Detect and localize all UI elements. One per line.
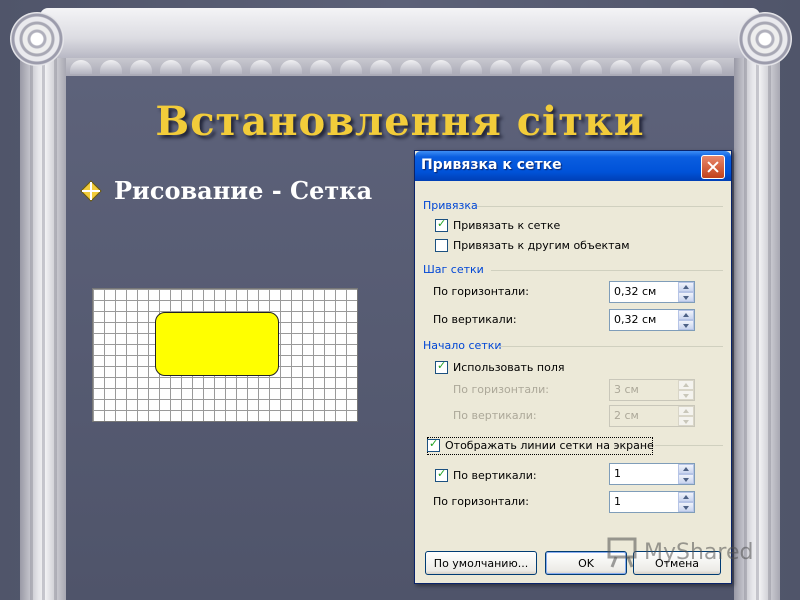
dentil bbox=[640, 60, 662, 74]
vertical-spacing-stepper[interactable]: 0,32 см bbox=[609, 309, 695, 331]
dentil bbox=[70, 60, 92, 74]
dentil bbox=[370, 60, 392, 74]
section-spacing: Шаг сетки bbox=[423, 263, 484, 276]
dentil-row bbox=[66, 58, 734, 76]
horizontal-every-stepper[interactable]: 1 bbox=[609, 491, 695, 513]
dentil bbox=[700, 60, 722, 74]
display-gridlines-label: Отображать линии сетки на экране bbox=[445, 439, 654, 452]
spin-down-icon[interactable] bbox=[678, 292, 694, 302]
snap-to-grid-checkbox[interactable] bbox=[435, 217, 448, 232]
slide-title: Встановлення сітки bbox=[155, 98, 645, 145]
dentil bbox=[250, 60, 272, 74]
dentil bbox=[670, 60, 692, 74]
origin-horizontal-label: По горизонтали: bbox=[453, 383, 549, 396]
bullet-item: Рисование - Сетка bbox=[80, 176, 372, 205]
origin-vertical-input: 2 см bbox=[614, 409, 639, 422]
right-capital bbox=[702, 4, 798, 66]
vertical-spacing-label: По вертикали: bbox=[433, 313, 517, 326]
spin-up-icon[interactable] bbox=[678, 464, 694, 474]
snap-to-objects-row[interactable]: Привязать к другим объектам bbox=[435, 239, 630, 252]
vertical-every-checkbox[interactable] bbox=[435, 467, 448, 482]
right-volute-icon bbox=[738, 12, 792, 66]
dentil bbox=[100, 60, 122, 74]
dentil bbox=[580, 60, 602, 74]
spin-up-icon bbox=[678, 380, 694, 390]
vertical-every-stepper[interactable]: 1 bbox=[609, 463, 695, 485]
dentil bbox=[460, 60, 482, 74]
spin-up-icon[interactable] bbox=[678, 492, 694, 502]
left-capital bbox=[2, 4, 98, 66]
spin-up-icon[interactable] bbox=[678, 310, 694, 320]
grid-illustration bbox=[92, 288, 358, 422]
snap-to-objects-checkbox[interactable] bbox=[435, 239, 448, 252]
dentil bbox=[550, 60, 572, 74]
section-origin: Начало сетки bbox=[423, 339, 502, 352]
vertical-every-row[interactable]: По вертикали: bbox=[435, 467, 537, 482]
vertical-every-input[interactable]: 1 bbox=[614, 467, 621, 480]
horizontal-spacing-stepper[interactable]: 0,32 см bbox=[609, 281, 695, 303]
use-margins-label: Использовать поля bbox=[453, 361, 565, 374]
dentil bbox=[220, 60, 242, 74]
origin-vertical-label: По вертикали: bbox=[453, 409, 537, 422]
dentil bbox=[610, 60, 632, 74]
origin-vertical-stepper: 2 см bbox=[609, 405, 695, 427]
left-volute-icon bbox=[10, 12, 64, 66]
display-gridlines-checkbox[interactable] bbox=[427, 437, 440, 452]
use-margins-checkbox[interactable] bbox=[435, 359, 448, 374]
rounded-rectangle-shape bbox=[155, 312, 279, 376]
horizontal-spacing-label: По горизонтали: bbox=[433, 285, 529, 298]
spin-down-icon bbox=[678, 416, 694, 426]
section-snap: Привязка bbox=[423, 199, 478, 212]
dentil bbox=[280, 60, 302, 74]
spin-down-icon bbox=[678, 390, 694, 400]
right-column bbox=[734, 30, 780, 600]
spin-up-icon bbox=[678, 406, 694, 416]
watermark-text: MyShared bbox=[644, 539, 754, 565]
dentil bbox=[190, 60, 212, 74]
horizontal-spacing-input[interactable]: 0,32 см bbox=[614, 285, 656, 298]
dentil bbox=[520, 60, 542, 74]
origin-horizontal-input: 3 см bbox=[614, 383, 639, 396]
section-divider bbox=[491, 270, 723, 271]
spin-up-icon[interactable] bbox=[678, 282, 694, 292]
default-button[interactable]: По умолчанию... bbox=[425, 551, 537, 575]
watermark: MyShared bbox=[606, 536, 753, 568]
origin-horizontal-stepper: 3 см bbox=[609, 379, 695, 401]
spin-down-icon[interactable] bbox=[678, 320, 694, 330]
dialog-title: Привязка к сетке bbox=[421, 157, 562, 173]
snap-to-grid-row[interactable]: Привязать к сетке bbox=[435, 217, 561, 232]
section-divider bbox=[477, 206, 723, 207]
presentation-board-icon bbox=[606, 536, 640, 568]
vertical-spacing-input[interactable]: 0,32 см bbox=[614, 313, 656, 326]
vertical-every-label: По вертикали: bbox=[453, 469, 537, 482]
use-margins-row[interactable]: Использовать поля bbox=[435, 359, 565, 374]
dentil bbox=[490, 60, 512, 74]
arch-lintel bbox=[40, 8, 760, 58]
dialog-titlebar[interactable]: Привязка к сетке bbox=[415, 151, 731, 181]
horizontal-every-input[interactable]: 1 bbox=[614, 495, 621, 508]
snap-to-grid-label: Привязать к сетке bbox=[453, 219, 561, 232]
bullet-text: Рисование - Сетка bbox=[114, 176, 373, 205]
spin-down-icon[interactable] bbox=[678, 502, 694, 512]
spin-down-icon[interactable] bbox=[678, 474, 694, 484]
left-column bbox=[20, 30, 66, 600]
horizontal-every-label: По горизонтали: bbox=[433, 495, 529, 508]
section-divider bbox=[655, 445, 723, 446]
dentil bbox=[310, 60, 332, 74]
dentil bbox=[130, 60, 152, 74]
dentil bbox=[340, 60, 362, 74]
dentil bbox=[430, 60, 452, 74]
section-divider bbox=[499, 346, 723, 347]
snap-to-objects-label: Привязать к другим объектам bbox=[453, 239, 630, 252]
snap-to-grid-dialog: Привязка к сетке Привязка Привязать к се… bbox=[414, 150, 732, 584]
diamond-bullet-icon bbox=[80, 179, 102, 202]
dentil bbox=[160, 60, 182, 74]
dentil bbox=[400, 60, 422, 74]
close-icon[interactable] bbox=[701, 155, 725, 179]
display-gridlines-row[interactable]: Отображать линии сетки на экране bbox=[427, 437, 654, 452]
